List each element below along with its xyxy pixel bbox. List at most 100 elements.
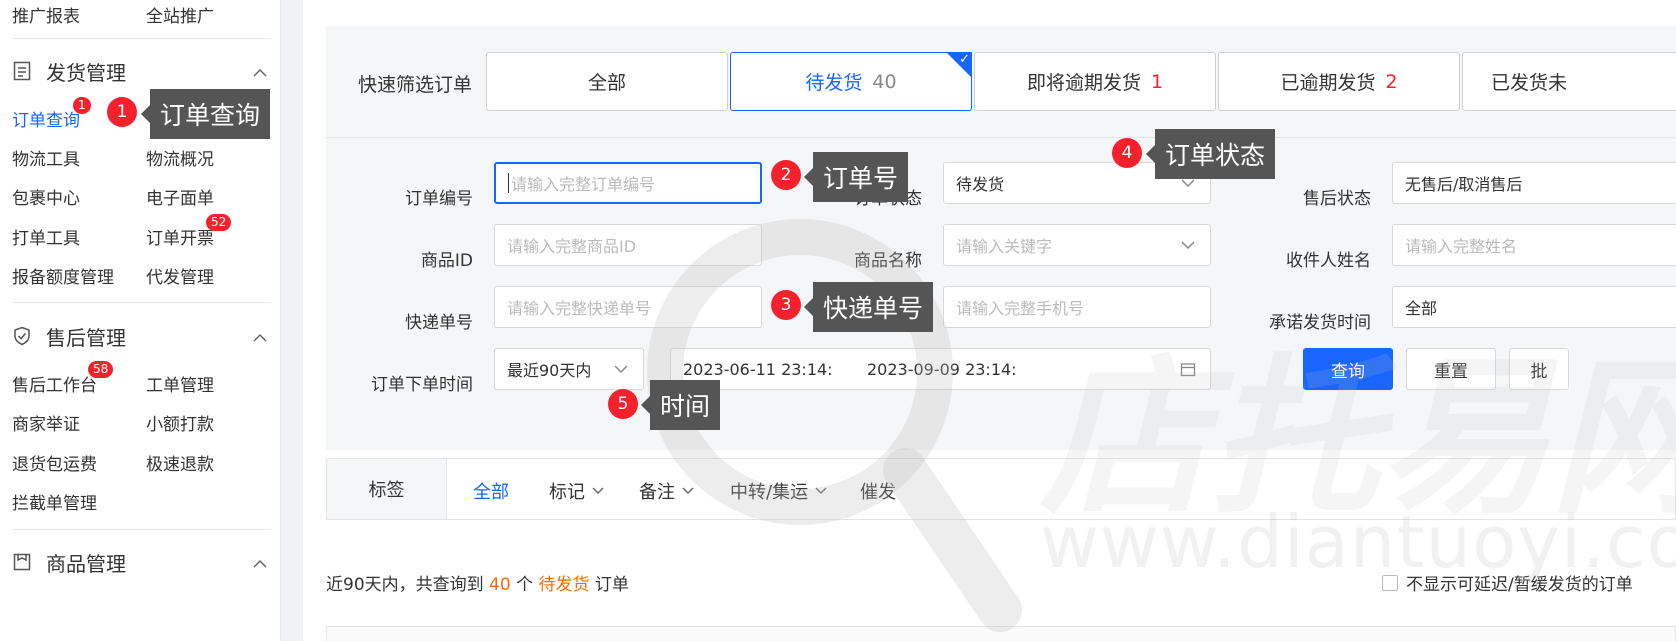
- result-summary: 近90天内，共查询到 40 个 待发货 订单: [326, 570, 629, 595]
- chevron-up-icon[interactable]: [252, 62, 268, 86]
- order-no-label: 订单编号: [405, 189, 473, 209]
- tag-all[interactable]: 全部: [473, 478, 509, 504]
- quick-filter-pending[interactable]: 待发货 40 ✓: [730, 52, 972, 111]
- sidebar-item-intercept[interactable]: 拦截单管理: [12, 489, 97, 514]
- order-no-input[interactable]: 请输入完整订单编号: [494, 162, 762, 204]
- filter-divider: [326, 137, 1676, 138]
- sidebar-item-site-promo[interactable]: 全站推广: [146, 2, 214, 27]
- annotation-marker-2: 2: [771, 160, 801, 190]
- quick-filter-near-overdue[interactable]: 即将逾期发货 1: [974, 52, 1216, 111]
- annotation-tip-1: 订单查询: [140, 89, 271, 139]
- sidebar-item-quota[interactable]: 报备额度管理: [12, 263, 114, 288]
- sidebar-item-print-tools[interactable]: 打单工具: [12, 224, 80, 249]
- sidebar-item-dropship[interactable]: 代发管理: [146, 263, 214, 288]
- summary-count: 40: [489, 575, 511, 595]
- product-name-select[interactable]: 请输入关键字: [943, 224, 1211, 266]
- tracking-no-label: 快递单号: [405, 313, 473, 333]
- tag-label: 备注: [639, 482, 675, 503]
- sidebar-item-promo-report[interactable]: 推广报表: [12, 2, 80, 27]
- badge-aftersale-desk: 58: [88, 361, 114, 378]
- sidebar-item-package-center[interactable]: 包裹中心: [12, 184, 80, 209]
- product-id-input[interactable]: 请输入完整商品ID: [494, 224, 762, 266]
- order-time-start: 2023-06-11 23:14:: [683, 359, 833, 379]
- query-button[interactable]: 查询: [1303, 348, 1393, 390]
- sidebar-divider: [12, 38, 270, 39]
- quick-filter-count: 2: [1385, 70, 1398, 93]
- summary-prefix: 近90天内，共查询到: [326, 575, 484, 595]
- quick-filter-label-text: 全部: [587, 72, 626, 94]
- quick-filter-label-text: 已发货未: [1491, 72, 1568, 94]
- section-aftersale-header[interactable]: 售后管理: [12, 321, 270, 351]
- phone-placeholder: 请输入完整手机号: [956, 299, 1085, 318]
- badge-invoice: 52: [206, 214, 232, 231]
- tag-filter-bar: 标签 全部 标记 备注 中转/集运 催发: [326, 458, 1676, 520]
- tracking-no-placeholder: 请输入完整快递单号: [507, 299, 652, 318]
- sidebar-item-logistics-tools[interactable]: 物流工具: [12, 145, 80, 170]
- tag-remark[interactable]: 备注: [639, 478, 695, 504]
- product-name-label: 商品名称: [854, 251, 922, 271]
- checkbox[interactable]: [1382, 574, 1398, 591]
- tag-mark[interactable]: 标记: [549, 478, 605, 504]
- chevron-up-icon[interactable]: [252, 553, 268, 577]
- sidebar-item-e-waybill[interactable]: 电子面单: [146, 184, 214, 209]
- sidebar-item-aftersale-desk[interactable]: 售后工作台: [12, 371, 97, 396]
- promise-time-select[interactable]: 全部: [1392, 286, 1676, 328]
- page: 推广报表 全站推广 发货管理 订单查询 1 物流工具 物流概况 包裹中心 电子面…: [0, 0, 1676, 641]
- table-header: [326, 626, 1676, 641]
- section-product-header[interactable]: 商品管理: [12, 547, 270, 577]
- tag-label: 标记: [549, 482, 585, 503]
- sidebar-item-ticket[interactable]: 工单管理: [146, 371, 214, 396]
- sidebar-item-order-query[interactable]: 订单查询: [12, 106, 80, 131]
- check-icon: ✓: [959, 52, 970, 67]
- chevron-up-icon[interactable]: [252, 327, 268, 351]
- batch-button[interactable]: 批: [1509, 348, 1569, 390]
- annotation-tip-5: 时间: [640, 380, 721, 430]
- annotation-marker-4: 4: [1112, 138, 1142, 168]
- phone-input[interactable]: 请输入完整手机号: [943, 286, 1211, 328]
- main-content: 快速筛选订单 全部 待发货 40 ✓ 即将逾期发货 1 已逾期发货 2 已发货未…: [303, 0, 1676, 641]
- tag-label: 全部: [473, 482, 509, 503]
- order-time-range-select[interactable]: 最近90天内: [494, 348, 644, 390]
- box-icon: [12, 552, 32, 572]
- quick-filter-label-text: 已逾期发货: [1280, 72, 1376, 94]
- quick-filter-shipped[interactable]: 已发货未: [1462, 52, 1676, 111]
- tag-label: 中转/集运: [730, 482, 809, 503]
- sidebar-item-merchant-proof[interactable]: 商家举证: [12, 410, 80, 435]
- annotation-marker-1: 1: [107, 97, 137, 127]
- sidebar-item-invoice[interactable]: 订单开票: [146, 224, 214, 249]
- receiver-name-input[interactable]: 请输入完整姓名: [1392, 224, 1676, 266]
- section-shipping-header[interactable]: 发货管理: [12, 56, 270, 86]
- chevron-down-icon: [815, 487, 827, 494]
- aftersale-status-select[interactable]: 无售后/取消售后: [1392, 162, 1676, 204]
- order-time-date-range[interactable]: 2023-06-11 23:14: 2023-09-09 23:14:: [670, 348, 1211, 390]
- tag-label: 催发: [860, 482, 896, 503]
- annotation-marker-5: 5: [608, 389, 638, 419]
- promise-time-label: 承诺发货时间: [1269, 313, 1371, 333]
- tag-title: 标签: [327, 459, 447, 519]
- sidebar-divider: [12, 302, 270, 303]
- quick-filter-overdue[interactable]: 已逾期发货 2: [1218, 52, 1460, 111]
- quick-filter-count: 1: [1150, 70, 1164, 93]
- order-time-label: 订单下单时间: [371, 375, 473, 395]
- calendar-icon: [1180, 361, 1196, 381]
- hide-delayed-checkbox[interactable]: 不显示可延迟/暂缓发货的订单: [1382, 570, 1633, 595]
- order-status-value: 待发货: [956, 175, 1005, 194]
- order-time-end: 2023-09-09 23:14:: [867, 359, 1017, 379]
- tag-urge[interactable]: 催发: [860, 478, 896, 504]
- reset-button[interactable]: 重置: [1406, 348, 1496, 390]
- sidebar-item-fast-refund[interactable]: 极速退款: [146, 450, 214, 475]
- document-icon: [12, 61, 32, 81]
- order-no-placeholder: 请输入完整订单编号: [511, 175, 656, 194]
- product-id-placeholder: 请输入完整商品ID: [507, 237, 637, 256]
- tracking-no-input[interactable]: 请输入完整快递单号: [494, 286, 762, 328]
- aftersale-status-value: 无售后/取消售后: [1405, 175, 1523, 194]
- annotation-tip-3: 快递单号: [803, 282, 934, 332]
- sidebar-item-logistics-overview[interactable]: 物流概况: [146, 145, 214, 170]
- annotation-tip-4: 订单状态: [1145, 129, 1276, 179]
- sidebar-item-return-shipping[interactable]: 退货包运费: [12, 450, 97, 475]
- sidebar-divider: [12, 529, 270, 530]
- tag-transit[interactable]: 中转/集运: [730, 478, 828, 504]
- text-cursor: [508, 173, 509, 193]
- sidebar-item-small-payment[interactable]: 小额打款: [146, 410, 214, 435]
- quick-filter-all[interactable]: 全部: [486, 52, 728, 111]
